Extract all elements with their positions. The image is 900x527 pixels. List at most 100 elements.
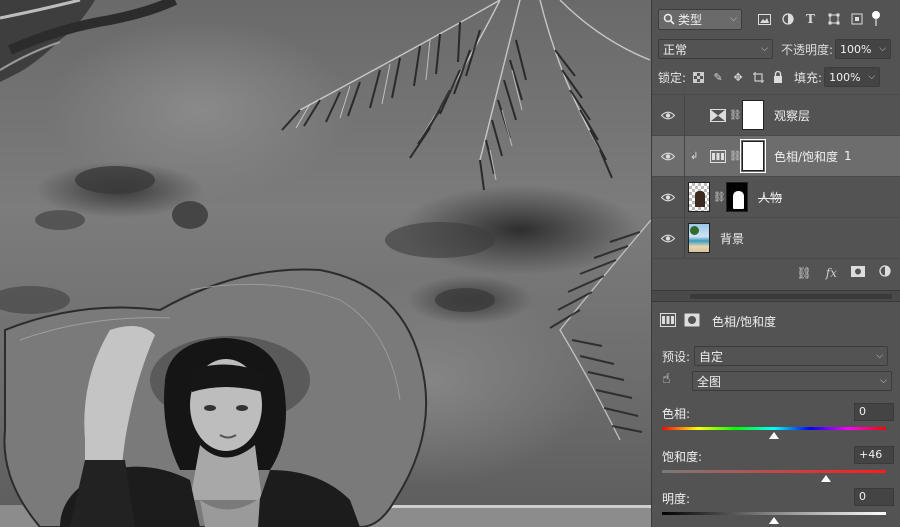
- link-icon[interactable]: ⛓: [713, 192, 726, 203]
- divider: [684, 95, 685, 135]
- link-icon[interactable]: ⛓: [729, 110, 742, 121]
- hue-saturation-thumbnail-icon: [710, 149, 726, 163]
- mask-properties-icon[interactable]: [684, 313, 700, 330]
- chevron-down-icon: ⌵: [880, 376, 887, 386]
- preset-value: 自定: [699, 349, 724, 364]
- fill-value: 100%: [829, 70, 861, 84]
- layer-row-observe[interactable]: ⛓ 观察层: [652, 94, 900, 135]
- divider: [684, 136, 685, 176]
- layers-list: ⛓ 观察层 ↲ ⛓ 色相/饱和度 1 ⛓ 人物 背景: [652, 94, 900, 258]
- layer-mask-thumbnail[interactable]: [742, 100, 764, 130]
- layer-filter-row: 类型 ⌵ T: [658, 8, 896, 30]
- fill-label: 填充:: [794, 70, 823, 85]
- layer-mask-thumbnail[interactable]: [726, 182, 748, 212]
- add-mask-icon[interactable]: [851, 265, 865, 280]
- filter-kind-label: 类型: [678, 12, 703, 27]
- clipping-arrow-icon: ↲: [690, 150, 699, 162]
- photoshop-window: 类型 ⌵ T 正常 ⌵ 不透明度: 100% ⌵ 锁定: ✎ ✥ 填充: 100…: [0, 0, 900, 527]
- lock-icons: ✎ ✥: [692, 71, 784, 84]
- lightness-label: 明度:: [662, 492, 691, 506]
- visibility-eye-icon[interactable]: [652, 152, 684, 161]
- layer-name[interactable]: 人物: [758, 189, 782, 206]
- adjustment-thumbnail-icon: [710, 108, 726, 122]
- channel-value: 全图: [697, 374, 722, 389]
- properties-panel: 色相/饱和度 预设: 自定 ⌵ ☝ 全图 ⌵ 色相: 0 饱和度: +46 明度…: [652, 303, 900, 527]
- saturation-value-field[interactable]: +46: [854, 446, 894, 464]
- link-layers-icon[interactable]: ⛓: [797, 266, 812, 280]
- lightness-slider-track[interactable]: [662, 512, 886, 515]
- layer-name[interactable]: 背景: [720, 230, 744, 247]
- lock-brush-icon[interactable]: ✎: [712, 71, 724, 84]
- layer-name-suffix: 1: [844, 149, 852, 163]
- filter-kind-select[interactable]: 类型 ⌵: [658, 8, 742, 30]
- canvas-artwork: [0, 0, 651, 527]
- panel-splitter[interactable]: [652, 290, 900, 302]
- lightness-slider-thumb[interactable]: [769, 517, 779, 524]
- channel-select[interactable]: 全图 ⌵: [692, 371, 892, 391]
- layer-name[interactable]: 色相/饱和度: [774, 148, 838, 165]
- visibility-eye-icon[interactable]: [652, 111, 684, 120]
- lock-transparent-icon[interactable]: [692, 71, 704, 83]
- adjustment-filter-icon[interactable]: [781, 13, 794, 26]
- layer-row-hue-saturation[interactable]: ↲ ⛓ 色相/饱和度 1: [652, 135, 900, 176]
- fill-field[interactable]: 100% ⌵: [824, 67, 881, 87]
- chevron-down-icon: ⌵: [730, 14, 737, 24]
- layers-footer: ⛓ fx: [652, 258, 900, 286]
- preset-row: 预设: 自定 ⌵: [662, 346, 889, 366]
- targeted-adjustment-hand-icon[interactable]: ☝: [662, 371, 682, 391]
- lock-position-icon[interactable]: ✥: [732, 71, 744, 84]
- lock-all-icon[interactable]: [772, 71, 784, 83]
- preset-label: 预设:: [662, 349, 691, 364]
- lock-row: 锁定: ✎ ✥ 填充: 100% ⌵: [658, 67, 896, 87]
- saturation-slider-track[interactable]: [662, 470, 886, 473]
- type-filter-icon[interactable]: T: [804, 12, 817, 26]
- divider: [684, 177, 685, 217]
- properties-header: 色相/饱和度: [660, 313, 776, 330]
- filter-icons: T: [758, 12, 863, 26]
- hue-slider-thumb[interactable]: [769, 432, 779, 439]
- lock-label: 锁定:: [658, 70, 687, 85]
- filter-toggle-icon[interactable]: [871, 11, 881, 27]
- link-icon[interactable]: ⛓: [729, 151, 742, 162]
- lightness-slider-block: 明度: 0: [662, 488, 894, 524]
- chevron-down-icon: ⌵: [868, 72, 876, 82]
- lock-artboard-icon[interactable]: [752, 71, 764, 83]
- blend-mode-value: 正常: [663, 42, 688, 57]
- background-layer-thumbnail[interactable]: [688, 223, 710, 253]
- hue-slider-track[interactable]: [662, 427, 886, 430]
- hue-slider-block: 色相: 0: [662, 403, 894, 439]
- divider: [684, 218, 685, 258]
- saturation-label: 饱和度:: [662, 450, 703, 464]
- chevron-down-icon: ⌵: [876, 351, 884, 361]
- saturation-slider-thumb[interactable]: [820, 475, 831, 482]
- adjustment-layer-icon[interactable]: [879, 265, 891, 280]
- layer-name[interactable]: 观察层: [774, 107, 810, 124]
- saturation-slider-block: 饱和度: +46: [662, 446, 894, 482]
- blend-mode-select[interactable]: 正常 ⌵: [658, 39, 773, 59]
- properties-title: 色相/饱和度: [712, 315, 777, 329]
- preset-select[interactable]: 自定 ⌵: [694, 346, 889, 366]
- channel-row: ☝ 全图 ⌵: [662, 371, 892, 391]
- visibility-eye-icon[interactable]: [652, 193, 684, 202]
- smart-object-filter-icon[interactable]: [850, 13, 863, 26]
- fx-icon[interactable]: fx: [826, 266, 837, 280]
- opacity-field[interactable]: 100% ⌵: [835, 39, 892, 59]
- hue-label: 色相:: [662, 407, 691, 421]
- layer-row-background[interactable]: 背景: [652, 217, 900, 258]
- person-layer-thumbnail[interactable]: [688, 182, 710, 212]
- document-canvas[interactable]: [0, 0, 651, 527]
- opacity-value: 100%: [840, 42, 872, 56]
- search-icon: [663, 13, 675, 25]
- lightness-value-field[interactable]: 0: [854, 488, 894, 506]
- pixel-filter-icon[interactable]: [758, 13, 771, 26]
- hue-saturation-adjust-icon[interactable]: [660, 313, 676, 330]
- layer-mask-thumbnail[interactable]: [740, 139, 766, 173]
- shape-filter-icon[interactable]: [827, 13, 840, 26]
- blend-row: 正常 ⌵ 不透明度: 100% ⌵: [658, 38, 896, 60]
- hue-value-field[interactable]: 0: [854, 403, 894, 421]
- opacity-label: 不透明度:: [781, 42, 834, 57]
- layer-row-person[interactable]: ⛓ 人物: [652, 176, 900, 217]
- chevron-down-icon: ⌵: [761, 44, 768, 54]
- chevron-down-icon: ⌵: [879, 44, 887, 54]
- visibility-eye-icon[interactable]: [652, 234, 684, 243]
